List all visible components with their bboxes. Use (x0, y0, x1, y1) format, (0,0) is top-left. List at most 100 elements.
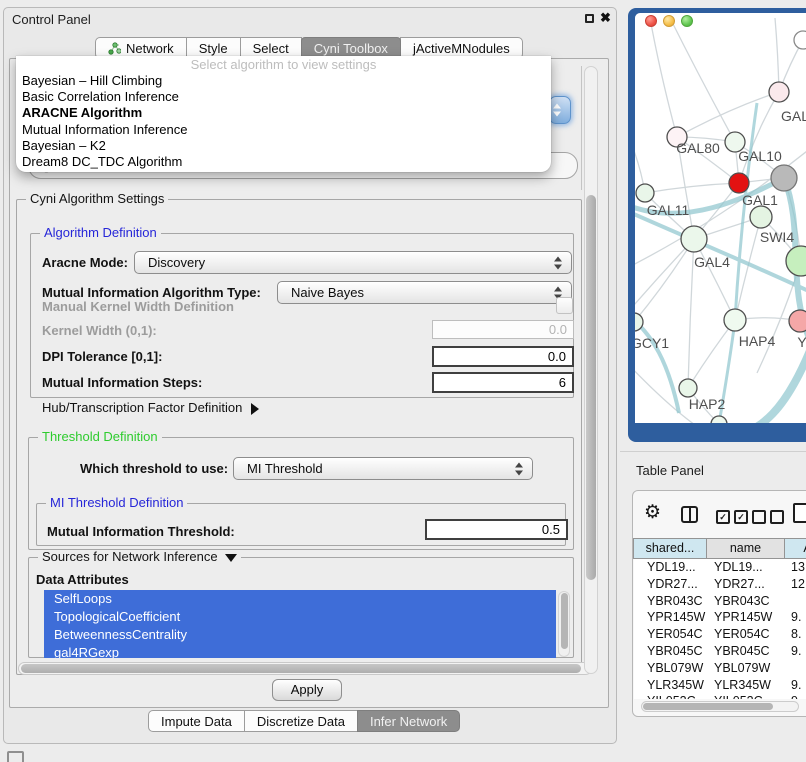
mi-algorithm-type-combo[interactable]: Naive Bayes (277, 281, 572, 304)
zoom-traffic-light-icon[interactable] (681, 15, 693, 27)
network-node[interactable] (771, 165, 797, 191)
table-settings-gear-icon[interactable]: ⚙ (644, 502, 661, 524)
bottom-tab-infer-network[interactable]: Infer Network (357, 710, 460, 732)
settings-vertical-scrollbar-thumb[interactable] (586, 195, 596, 580)
table-sheet-icon[interactable] (793, 503, 806, 523)
mi-threshold-field[interactable]: 0.5 (425, 519, 568, 540)
mi-steps-field[interactable]: 6 (432, 372, 574, 393)
attributes-scrollbar-thumb[interactable] (561, 593, 568, 649)
close-icon[interactable]: ✖ (600, 10, 611, 26)
hub-definition-toggle[interactable]: Hub/Transcription Factor Definition (42, 400, 259, 415)
mi-steps-label: Mutual Information Steps: (42, 375, 202, 390)
table-row[interactable]: YBR045CYBR045C9. (634, 643, 806, 660)
table-cell: YIL052C (634, 693, 708, 699)
table-cell: YDR27... (634, 576, 708, 593)
table-cell (787, 593, 806, 610)
combo-arrows-icon (515, 462, 523, 475)
collapse-down-icon (225, 554, 237, 562)
table-row[interactable]: YDR27...YDR27...12 (634, 576, 806, 593)
deselect-all-icon[interactable] (752, 510, 784, 524)
table-row[interactable]: YLR345WYLR345W9. (634, 677, 806, 694)
node-label: Y (797, 334, 806, 350)
table-cell: 9. (787, 643, 806, 660)
algorithm-option[interactable]: Basic Correlation Inference (16, 89, 551, 105)
minimize-traffic-light-icon[interactable] (663, 15, 675, 27)
settings-horizontal-scrollbar-thumb[interactable] (21, 664, 581, 673)
table-cell: 12 (787, 576, 806, 593)
checked-box-icon: ✓ (716, 510, 730, 524)
network-node[interactable] (711, 416, 727, 423)
table-row[interactable]: YBR043CYBR043C (634, 593, 806, 610)
node-label: GAL (781, 108, 806, 124)
algorithm-option[interactable]: Bayesian – K2 (16, 138, 551, 154)
checked-box-icon: ✓ (734, 510, 748, 524)
column-header[interactable]: A (784, 538, 806, 559)
network-node[interactable] (724, 309, 746, 331)
table-cell: YBL079W (708, 660, 787, 677)
column-header[interactable]: shared... (633, 538, 707, 559)
algorithm-combo-spinner[interactable] (549, 96, 571, 124)
split-view-icon[interactable] (681, 506, 698, 523)
table-cell: 13 (787, 559, 806, 576)
threshold-definition-title: Threshold Definition (38, 430, 162, 444)
network-node[interactable] (786, 246, 806, 276)
network-icon (108, 42, 121, 55)
algorithm-option[interactable]: ARACNE Algorithm (16, 105, 551, 121)
data-attribute-item[interactable]: BetweennessCentrality (44, 626, 556, 644)
apply-button[interactable]: Apply (272, 679, 342, 701)
bottom-tab-impute-data[interactable]: Impute Data (148, 710, 245, 732)
algorithm-option[interactable]: Bayesian – Hill Climbing (16, 73, 551, 89)
data-attribute-item[interactable]: gal4RGexp (44, 644, 556, 658)
aracne-mode-value: Discovery (148, 255, 205, 270)
network-node[interactable] (769, 82, 789, 102)
algorithm-option[interactable]: Mutual Information Inference (16, 122, 551, 138)
dropdown-items: Bayesian – Hill ClimbingBasic Correlatio… (16, 73, 551, 170)
data-attribute-item[interactable]: TopologicalCoefficient (44, 608, 556, 626)
cyni-settings-group-title: Cyni Algorithm Settings (26, 192, 168, 206)
network-canvas[interactable]: GALGAL80GAL10GAL1GAL11SWI4GAL4GCY1HAP4YH… (635, 13, 806, 423)
dpi-tolerance-label: DPI Tolerance [0,1]: (42, 349, 162, 364)
table-cell: YLR345W (634, 677, 708, 694)
sources-group-title[interactable]: Sources for Network Inference (38, 550, 241, 564)
which-threshold-combo[interactable]: MI Threshold (233, 457, 533, 480)
network-node[interactable] (750, 206, 772, 228)
table-row[interactable]: YBL079WYBL079W (634, 660, 806, 677)
table-cell: YBR043C (708, 593, 787, 610)
close-traffic-light-icon[interactable] (645, 15, 657, 27)
table-row[interactable]: YPR145WYPR145W9. (634, 609, 806, 626)
bottom-tab-discretize-data[interactable]: Discretize Data (244, 710, 358, 732)
tab-label: jActiveMNodules (413, 41, 510, 56)
mi-threshold-group-title: MI Threshold Definition (46, 496, 187, 510)
network-node[interactable] (681, 226, 707, 252)
kernel-width-field[interactable]: 0.0 (432, 320, 574, 339)
table-header-row: shared...nameA (634, 538, 806, 559)
algorithm-option[interactable]: Dream8 DC_TDC Algorithm (16, 154, 551, 170)
tab-label: Select (253, 41, 289, 56)
table-cell (787, 660, 806, 677)
table-horizontal-scrollbar-thumb[interactable] (643, 703, 773, 710)
hidden-group-border (581, 66, 582, 190)
network-node[interactable] (636, 184, 654, 202)
unchecked-box-icon (770, 510, 784, 524)
network-node[interactable] (794, 31, 806, 49)
table-cell: 9. (787, 693, 806, 699)
table-row[interactable]: YDL19...YDL19...13 (634, 559, 806, 576)
network-node[interactable] (789, 310, 806, 332)
node-label: SWI4 (760, 229, 794, 245)
dpi-tolerance-field[interactable]: 0.0 (432, 346, 574, 367)
combo-arrows-icon (554, 256, 562, 269)
float-window-icon[interactable] (585, 14, 594, 23)
table-panel-title: Table Panel (636, 463, 704, 478)
manual-kernel-checkbox[interactable] (556, 297, 573, 314)
select-all-icon[interactable]: ✓ ✓ (716, 510, 748, 524)
table-row[interactable]: YER054CYER054C8. (634, 626, 806, 643)
minimized-panel-icon[interactable] (7, 751, 24, 762)
aracne-mode-combo[interactable]: Discovery (134, 251, 572, 274)
data-attribute-item[interactable]: SelfLoops (44, 590, 556, 608)
network-node[interactable] (729, 173, 749, 193)
table-cell: YBR045C (634, 643, 708, 660)
table-row[interactable]: YIL052CYIL052C9. (634, 693, 806, 699)
network-node[interactable] (679, 379, 697, 397)
column-header[interactable]: name (706, 538, 785, 559)
table-cell: YDL19... (708, 559, 787, 576)
